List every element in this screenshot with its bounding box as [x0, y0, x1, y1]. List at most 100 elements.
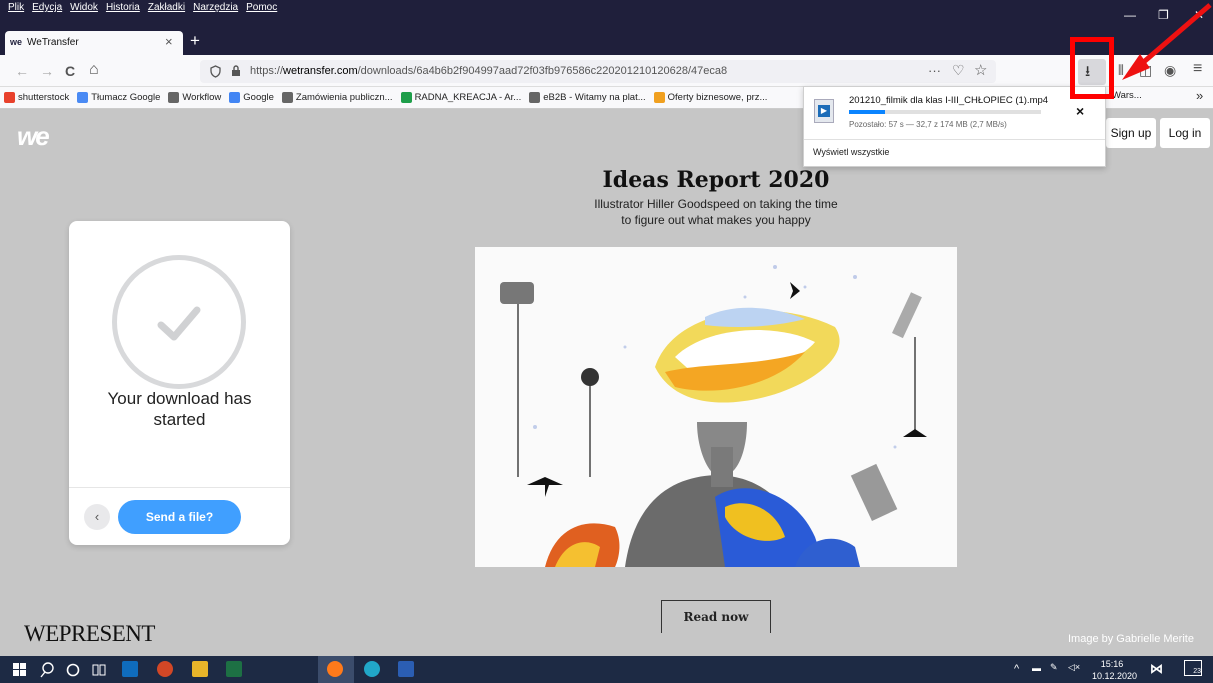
- download-status: Pozostało: 57 s — 32,7 z 174 MB (2,7 MB/…: [849, 120, 1007, 129]
- menu-historia[interactable]: Historia: [106, 2, 140, 13]
- highlight-box: [1070, 37, 1114, 99]
- menu-widok[interactable]: Widok: [70, 2, 98, 13]
- message-line-2: started: [153, 410, 206, 429]
- back-button[interactable]: ←: [15, 63, 29, 79]
- home-button[interactable]: ⌂: [89, 61, 99, 79]
- tray-chevron-icon[interactable]: ^: [1014, 663, 1019, 675]
- bookmark-label: eB2B - Witamy na plat...: [543, 92, 646, 103]
- back-chevron-button[interactable]: ‹: [84, 504, 110, 530]
- url-prefix: https://: [250, 65, 284, 77]
- message-line-1: Your download has: [107, 389, 252, 408]
- windows-start-icon[interactable]: [13, 663, 27, 677]
- download-progress-fill: [849, 110, 886, 114]
- bookmark-star-icon[interactable]: ☆: [974, 61, 987, 79]
- bookmark-item[interactable]: Google: [229, 92, 274, 103]
- send-a-file-button[interactable]: Send a file?: [118, 500, 241, 534]
- url-domain: wetransfer.com: [283, 65, 358, 77]
- firefox-icon[interactable]: [327, 661, 343, 677]
- subtitle-line-2: to figure out what makes you happy: [621, 213, 811, 227]
- illustration-image: [475, 247, 957, 567]
- app-tray-icon[interactable]: ⋈: [1150, 661, 1163, 677]
- media-badge-icon: ▶: [818, 105, 830, 117]
- lock-icon[interactable]: [231, 65, 241, 77]
- cancel-download-button[interactable]: ×: [1076, 103, 1084, 119]
- tab-close-icon[interactable]: ×: [165, 34, 173, 49]
- new-tab-button[interactable]: +: [190, 31, 200, 51]
- sign-up-button[interactable]: Sign up: [1106, 118, 1156, 148]
- bookmark-favicon-icon: [400, 92, 412, 103]
- notifications-icon[interactable]: 23: [1184, 660, 1202, 676]
- clock-time: 15:16: [1100, 659, 1124, 669]
- bookmark-wars[interactable]: Wars...: [1112, 90, 1142, 101]
- bookmark-item[interactable]: Oferty biznesowe, prz...: [653, 92, 768, 103]
- cortana-icon[interactable]: [66, 663, 80, 677]
- bookmark-favicon-icon: [168, 92, 180, 103]
- ideas-report-illustration[interactable]: [475, 247, 957, 567]
- downloads-panel: ▶ 201210_filmik dla klas I-III_CHŁOPIEC …: [803, 86, 1106, 167]
- pen-icon[interactable]: ✎: [1050, 662, 1058, 673]
- bookmark-label: Oferty biznesowe, prz...: [667, 92, 768, 103]
- read-now-button[interactable]: Read now: [661, 600, 771, 633]
- volume-muted-icon[interactable]: ◁×: [1068, 662, 1080, 673]
- bookmark-label: Google: [243, 92, 274, 103]
- download-filename[interactable]: 201210_filmik dla klas I-III_CHŁOPIEC (1…: [849, 95, 1048, 106]
- bookmark-favicon-icon: [77, 92, 89, 103]
- url-text[interactable]: https://wetransfer.com/downloads/6a4b6b2…: [250, 65, 727, 77]
- excel-icon[interactable]: [226, 661, 242, 677]
- tab-wetransfer[interactable]: we WeTransfer ×: [5, 31, 183, 55]
- powerpoint-icon[interactable]: [157, 661, 173, 677]
- clock-date: 10.12.2020: [1092, 671, 1138, 681]
- bookmark-favicon-icon: [529, 92, 541, 103]
- bookmarks-overflow-icon[interactable]: »: [1196, 88, 1203, 103]
- page-actions-button[interactable]: ···: [928, 63, 941, 78]
- show-all-downloads-link[interactable]: Wyświetl wszystkie: [813, 147, 889, 157]
- edge-icon[interactable]: [364, 661, 380, 677]
- menu-plik[interactable]: Plik: [8, 2, 24, 13]
- bookmark-favicon-icon: [229, 92, 241, 103]
- reload-button[interactable]: C: [65, 63, 75, 79]
- notification-count: 23: [1193, 668, 1201, 675]
- subtitle-line-1: Illustrator Hiller Goodspeed on taking t…: [594, 197, 838, 211]
- clock[interactable]: 15:16 10.12.2020: [1092, 658, 1138, 682]
- wetransfer-logo[interactable]: we: [17, 121, 50, 152]
- menu-zakladki[interactable]: Zakładki: [148, 2, 185, 13]
- panel-divider: [804, 139, 1105, 140]
- menu-edycja[interactable]: Edycja: [32, 2, 62, 13]
- bookmark-favicon-icon: [4, 92, 15, 103]
- log-in-button[interactable]: Log in: [1160, 118, 1210, 148]
- download-started-message: Your download has started: [69, 388, 290, 430]
- bookmark-label: Workflow: [182, 92, 222, 103]
- bookmark-item[interactable]: eB2B - Witamy na plat...: [529, 92, 646, 103]
- bookmark-item[interactable]: Workflow: [168, 92, 221, 103]
- wepresent-logo[interactable]: WEPRESENT: [24, 621, 155, 647]
- bookmark-item[interactable]: shutterstock: [4, 92, 69, 103]
- red-arrow-annotation: [1122, 3, 1212, 80]
- bookmark-item[interactable]: RADNA_KREACJA - Ar...: [400, 92, 521, 103]
- network-icon[interactable]: ▬: [1032, 663, 1041, 673]
- video-file-icon: ▶: [814, 99, 834, 123]
- shield-icon[interactable]: [210, 65, 221, 78]
- wetransfer-favicon-icon: we: [10, 37, 23, 47]
- search-icon[interactable]: [40, 662, 54, 678]
- bookmark-favicon-icon: [653, 92, 665, 103]
- outlook-icon[interactable]: [122, 661, 138, 677]
- task-view-icon[interactable]: [92, 663, 106, 677]
- bookmark-label: Zamówienia publiczn...: [295, 92, 393, 103]
- menu-pomoc[interactable]: Pomoc: [246, 2, 277, 13]
- url-bar[interactable]: https://wetransfer.com/downloads/6a4b6b2…: [200, 60, 996, 83]
- tab-title: WeTransfer: [27, 37, 79, 48]
- ideas-report-title: Ideas Report 2020: [602, 167, 830, 193]
- download-card: Your download has started ‹ Send a file?: [69, 221, 290, 545]
- bookmark-item[interactable]: Zamówienia publiczn...: [281, 92, 393, 103]
- ideas-report-subtitle: Illustrator Hiller Goodspeed on taking t…: [474, 196, 958, 228]
- image-credit[interactable]: Image by Gabrielle Merite: [1068, 633, 1194, 645]
- pocket-icon[interactable]: ♡: [952, 62, 965, 79]
- word-icon[interactable]: [398, 661, 414, 677]
- checkmark-icon: [157, 306, 201, 341]
- menu-list: Plik Edycja Widok Historia Zakładki Narz…: [8, 2, 277, 13]
- forward-button[interactable]: →: [40, 63, 54, 79]
- bookmark-favicon-icon: [281, 92, 293, 103]
- file-explorer-icon[interactable]: [192, 661, 208, 677]
- bookmark-item[interactable]: Tłumacz Google: [77, 92, 160, 103]
- menu-narzedzia[interactable]: Narzędzia: [193, 2, 238, 13]
